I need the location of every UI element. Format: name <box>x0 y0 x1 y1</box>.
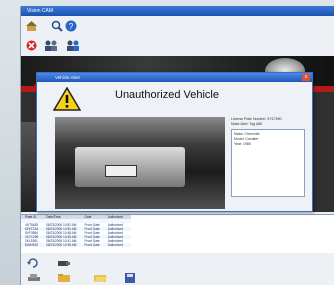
close-button[interactable]: x <box>302 74 310 81</box>
camera-icon[interactable] <box>57 258 71 268</box>
refresh-icon[interactable] <box>27 258 39 268</box>
dialog-title: Vehicle Alert <box>37 73 312 82</box>
year-label: Year: 1985 <box>234 142 251 146</box>
alert-tag-label: Make Alert: Tag A86 <box>231 122 263 126</box>
cell: Front Gate <box>80 243 104 247</box>
users-icon[interactable] <box>43 38 59 52</box>
toolbar-actions <box>21 36 334 54</box>
cell: 8JM4532 <box>21 243 43 247</box>
details-box: Make: Chevrolet Model: Cavalier Year: 19… <box>231 129 305 197</box>
cell: 08/23/2006 10:38 AM <box>42 243 81 247</box>
vehicle-icon[interactable] <box>27 272 41 284</box>
users-add-icon[interactable] <box>65 38 81 52</box>
toolbar-top: ? <box>21 18 334 34</box>
vehicle-info: License Plate Number: 5YZ7890 Make Alert… <box>231 117 307 207</box>
home-icon[interactable] <box>25 20 37 32</box>
search-icon[interactable] <box>51 20 63 32</box>
bottom-toolbar <box>21 256 334 285</box>
alert-heading: Unauthorized Vehicle <box>115 89 219 101</box>
events-table[interactable]: Plate ID Date/Time Gate Authorized 5YZ78… <box>21 214 334 253</box>
warning-icon <box>52 86 82 116</box>
stop-icon[interactable] <box>25 39 37 51</box>
cell: Authorized <box>103 243 131 247</box>
camera-snapshot <box>55 117 225 209</box>
window-title: Vision CAM <box>21 6 334 16</box>
save-icon[interactable] <box>123 272 137 284</box>
license-plate-image <box>105 165 137 177</box>
vehicle-alert-dialog: Vehicle Alert x Unauthorized Vehicle Lic… <box>36 72 313 212</box>
folder-icon[interactable] <box>57 272 71 284</box>
folder-open-icon[interactable] <box>93 272 107 284</box>
help-icon[interactable]: ? <box>65 20 77 32</box>
table-row[interactable]: 8JM4532 08/23/2006 10:38 AM Front Gate Auth… <box>21 243 131 247</box>
svg-text:?: ? <box>69 22 74 31</box>
